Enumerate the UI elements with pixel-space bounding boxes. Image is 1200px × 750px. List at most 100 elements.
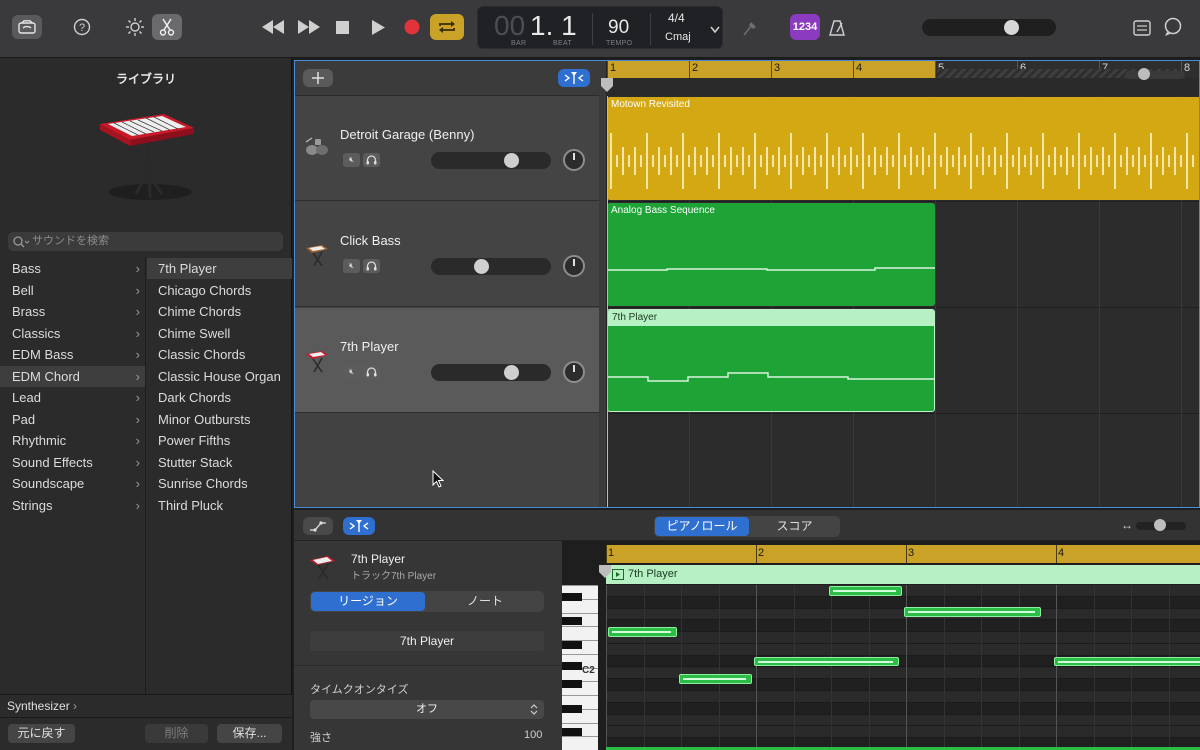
black-key[interactable] <box>562 593 582 602</box>
category-item[interactable]: Soundscape › <box>0 473 146 494</box>
editor-zoom-slider[interactable] <box>1136 519 1186 531</box>
category-item[interactable]: EDM Chord › <box>0 365 146 387</box>
tab-piano-roll[interactable]: ピアノロール <box>655 517 749 536</box>
category-item[interactable]: Lead › <box>0 387 146 408</box>
track-region[interactable]: Motown Revisited <box>607 97 1199 200</box>
cycle-region[interactable] <box>689 61 771 78</box>
search-input[interactable]: サウンドを検索 <box>8 232 283 251</box>
cycle-button[interactable] <box>430 14 464 40</box>
category-item[interactable]: Bell › <box>0 280 146 301</box>
master-volume-slider[interactable] <box>922 19 1056 36</box>
category-item[interactable]: EDM Bass › <box>0 344 146 365</box>
black-key[interactable] <box>562 616 582 625</box>
patch-item[interactable]: Third Pluck <box>147 495 292 516</box>
cycle-region[interactable] <box>607 61 689 78</box>
track-name[interactable]: 7th Player <box>340 339 399 354</box>
patch-item[interactable]: Sunrise Chords <box>147 473 292 494</box>
black-key[interactable] <box>562 679 582 688</box>
patch-item[interactable]: Classic Chords <box>147 344 292 365</box>
piano-keyboard[interactable]: C2 <box>562 585 598 750</box>
help-button[interactable]: ? <box>72 17 92 37</box>
pan-knob[interactable] <box>563 361 585 383</box>
fast-forward-button[interactable] <box>296 17 322 37</box>
loop-browser-button[interactable] <box>1162 16 1184 38</box>
category-item[interactable]: Rhythmic › <box>0 430 146 451</box>
track-name[interactable]: Click Bass <box>340 233 401 248</box>
timeline-ruler[interactable]: 12345678 <box>607 61 1199 78</box>
notepad-button[interactable] <box>1132 18 1152 38</box>
patch-item[interactable]: Dark Chords <box>147 387 292 408</box>
patch-item[interactable]: Chime Chords <box>147 301 292 322</box>
midi-note[interactable] <box>679 674 753 685</box>
track-volume-slider[interactable] <box>431 364 551 381</box>
category-item[interactable]: Pad › <box>0 409 146 430</box>
piano-roll-ruler[interactable]: 1 2 3 4 <box>606 545 1200 563</box>
metronome-button[interactable] <box>826 17 848 39</box>
catch-playhead-button[interactable] <box>558 69 590 87</box>
category-item[interactable]: Brass › <box>0 301 146 322</box>
mute-button[interactable]: 🔇︎ <box>343 259 360 273</box>
patch-item[interactable]: Chicago Chords <box>147 280 292 301</box>
track-name[interactable]: Detroit Garage (Benny) <box>340 127 474 142</box>
region-name-field[interactable]: 7th Player <box>310 631 544 651</box>
tab-score[interactable]: スコア <box>750 517 839 536</box>
black-key[interactable] <box>562 728 582 736</box>
mute-button[interactable]: 🔇︎ <box>343 365 360 379</box>
revert-button[interactable]: 元に戻す <box>8 724 75 743</box>
patch-item[interactable]: Minor Outbursts <box>147 409 292 430</box>
mute-button[interactable]: 🔇︎ <box>343 153 360 167</box>
quantize-select[interactable]: オフ <box>310 700 544 719</box>
track-header[interactable]: Click Bass 🔇︎ <box>295 202 599 307</box>
pan-knob[interactable] <box>563 149 585 171</box>
add-track-button[interactable] <box>303 69 333 87</box>
automation-button[interactable] <box>303 517 333 535</box>
zoom-slider[interactable] <box>1125 68 1185 80</box>
solo-button[interactable] <box>363 365 380 379</box>
note-grid[interactable] <box>606 585 1200 750</box>
midi-note[interactable] <box>1054 656 1200 667</box>
track-region[interactable]: Analog Bass Sequence <box>607 203 935 306</box>
track-volume-knob[interactable] <box>504 153 520 168</box>
pan-knob[interactable] <box>563 255 585 277</box>
patch-item[interactable]: Classic House Organ <box>147 366 292 387</box>
category-item[interactable]: Bass › <box>0 258 146 279</box>
record-button[interactable] <box>403 18 421 36</box>
tuner-button[interactable] <box>740 18 760 38</box>
black-key[interactable] <box>562 662 582 670</box>
segment-note[interactable]: ノート <box>427 592 543 611</box>
patch-item[interactable]: Power Fifths <box>147 430 292 451</box>
lcd-display[interactable]: 00 1. 1 BAR BEAT 90 TEMPO 4/4 Cmaj <box>477 6 723 49</box>
delete-button[interactable]: 削除 <box>145 724 208 743</box>
midi-note[interactable] <box>904 607 1041 617</box>
category-item[interactable]: Classics › <box>0 323 146 344</box>
category-item[interactable]: Strings › <box>0 495 146 516</box>
cycle-region[interactable] <box>771 61 853 78</box>
track-volume-knob[interactable] <box>504 365 520 380</box>
save-button[interactable]: 保存... <box>217 724 282 743</box>
rewind-button[interactable] <box>260 17 286 37</box>
smart-controls-button[interactable] <box>124 16 146 38</box>
midi-note[interactable] <box>754 656 899 667</box>
library-path[interactable]: Synthesizer › <box>7 699 77 713</box>
category-item[interactable]: Sound Effects › <box>0 452 146 473</box>
midi-note[interactable] <box>608 627 678 638</box>
catch-editor-button[interactable] <box>343 517 375 535</box>
cycle-region[interactable] <box>853 61 935 78</box>
patch-item[interactable]: 7th Player <box>147 258 292 279</box>
play-button[interactable] <box>369 18 387 36</box>
stop-button[interactable] <box>334 19 350 35</box>
editors-button[interactable] <box>152 14 182 40</box>
track-volume-slider[interactable] <box>431 258 551 275</box>
master-volume-knob[interactable] <box>1004 20 1019 35</box>
track-region[interactable]: 7th Player <box>607 309 935 412</box>
track-volume-slider[interactable] <box>431 152 551 169</box>
track-header[interactable]: 7th Player 🔇︎ <box>295 308 599 413</box>
library-button[interactable] <box>12 15 42 39</box>
chevron-down-icon[interactable] <box>710 21 720 39</box>
black-key[interactable] <box>562 641 582 650</box>
patch-item[interactable]: Stutter Stack <box>147 452 292 473</box>
black-key[interactable] <box>562 704 582 713</box>
midi-note[interactable] <box>829 586 903 596</box>
track-header[interactable]: Detroit Garage (Benny) 🔇︎ <box>295 96 599 201</box>
solo-button[interactable] <box>363 259 380 273</box>
